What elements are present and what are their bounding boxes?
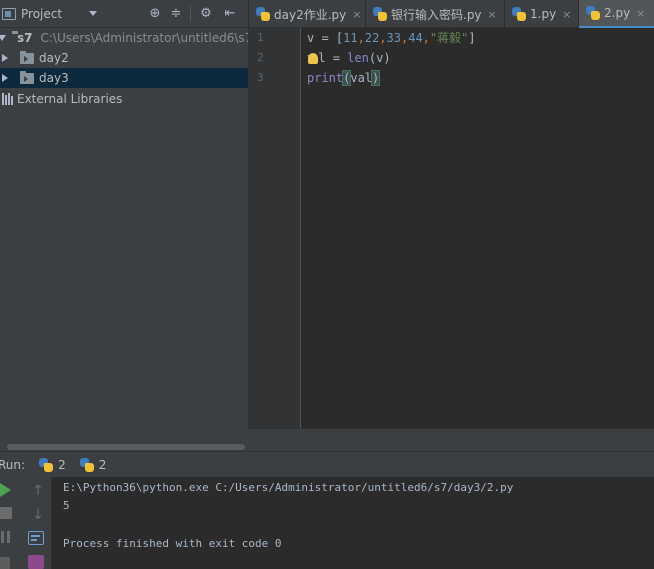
python-file-icon bbox=[586, 6, 600, 20]
code-token: , bbox=[357, 31, 365, 45]
hide-icon[interactable]: ⇤ bbox=[222, 6, 238, 22]
tab-label: 2.py bbox=[604, 6, 631, 20]
console-line: E:\Python36\python.exe C:/Users/Administ… bbox=[63, 481, 514, 494]
project-tree: s7 C:\Users\Administrator\untitled6\s7 d… bbox=[0, 28, 252, 443]
stop-icon[interactable] bbox=[0, 507, 12, 519]
collapse-icon[interactable]: ≑ bbox=[168, 6, 184, 22]
line-number: 3 bbox=[257, 71, 264, 84]
tab-2-py[interactable]: 2.py × bbox=[579, 0, 654, 28]
code-token: = bbox=[314, 31, 336, 45]
tree-item-day3[interactable]: day3 bbox=[0, 68, 248, 88]
lightbulb-icon[interactable] bbox=[308, 53, 319, 64]
code-token: "蒋毅" bbox=[429, 31, 469, 45]
code-line-2: vl = len(v) bbox=[307, 48, 391, 68]
collapse-arrow-icon[interactable] bbox=[2, 74, 8, 82]
soft-wrap-icon[interactable] bbox=[28, 531, 44, 545]
line-number: 1 bbox=[257, 31, 264, 44]
tree-root-s7[interactable]: s7 C:\Users\Administrator\untitled6\s7 bbox=[0, 28, 252, 48]
arrow-down-icon[interactable]: ↓ bbox=[30, 507, 46, 523]
code-token: 22 bbox=[364, 31, 380, 45]
console-line: 5 bbox=[63, 499, 70, 512]
code-token: print bbox=[307, 71, 344, 85]
console-line: Process finished with exit code 0 bbox=[63, 537, 282, 550]
scroll-to-end-icon[interactable] bbox=[28, 555, 44, 569]
run-tool-window-header: Run: 2 2 bbox=[0, 451, 654, 477]
line-number-gutter: 1 2 3 bbox=[249, 28, 301, 428]
tab-bank-password[interactable]: 银行输入密码.py × bbox=[366, 0, 505, 28]
editor-tab-bar: day2作业.py × 银行输入密码.py × 1.py × 2.py × bbox=[248, 0, 654, 28]
expand-arrow-icon[interactable] bbox=[0, 35, 6, 41]
tab-day2-zuoye[interactable]: day2作业.py × bbox=[249, 0, 366, 28]
rerun-icon[interactable] bbox=[0, 483, 11, 497]
run-tab-label: 2 bbox=[58, 457, 66, 472]
chevron-down-icon[interactable] bbox=[89, 11, 97, 16]
close-icon[interactable]: × bbox=[636, 7, 645, 20]
run-toolbar: ↑ ↓ bbox=[0, 477, 52, 569]
editor-footer bbox=[248, 428, 654, 451]
arrow-up-icon[interactable]: ↑ bbox=[30, 483, 46, 499]
code-token: 44 bbox=[408, 31, 423, 45]
tree-item-external-libraries[interactable]: External Libraries bbox=[0, 89, 248, 109]
code-token: len bbox=[347, 51, 369, 65]
folder-icon bbox=[20, 50, 34, 64]
close-icon[interactable]: × bbox=[352, 8, 361, 21]
pause-icon[interactable] bbox=[0, 531, 16, 547]
code-editor[interactable]: 1 2 3 v = [11,22,33,44,"蒋毅"] vl = len(v)… bbox=[248, 28, 654, 428]
code-line-3: print(val) bbox=[307, 68, 381, 88]
code-area[interactable]: v = [11,22,33,44,"蒋毅"] vl = len(v) print… bbox=[307, 28, 476, 128]
library-icon bbox=[2, 93, 14, 105]
scrollbar-thumb[interactable] bbox=[7, 444, 245, 450]
close-icon[interactable]: × bbox=[562, 8, 571, 21]
run-tab-label: 2 bbox=[98, 457, 107, 472]
python-file-icon bbox=[512, 7, 526, 21]
project-panel-header: Project ⊕ ≑ ⚙ ⇤ bbox=[0, 0, 248, 28]
run-console-output[interactable]: E:\Python36\python.exe C:/Users/Administ… bbox=[52, 477, 654, 569]
collapse-arrow-icon[interactable] bbox=[2, 54, 8, 62]
code-token: = bbox=[325, 51, 348, 65]
tab-1-py[interactable]: 1.py × bbox=[505, 0, 579, 28]
code-token: , bbox=[422, 31, 430, 45]
project-icon bbox=[2, 7, 16, 20]
python-file-icon bbox=[39, 457, 54, 472]
python-file-icon bbox=[79, 457, 94, 472]
code-token: , bbox=[379, 31, 387, 45]
code-token: 11 bbox=[343, 31, 358, 45]
code-token: ( bbox=[368, 51, 377, 65]
close-icon[interactable]: × bbox=[488, 8, 497, 21]
run-label: Run: bbox=[0, 457, 26, 472]
tree-horizontal-scrollbar[interactable] bbox=[0, 443, 248, 451]
gear-icon[interactable]: ⚙ bbox=[198, 6, 214, 22]
line-number: 2 bbox=[257, 51, 264, 64]
run-tab-2[interactable]: 2 bbox=[79, 457, 107, 472]
toolbar-divider bbox=[190, 6, 191, 22]
tab-label: 1.py bbox=[530, 7, 557, 21]
code-line-1: v = [11,22,33,44,"蒋毅"] bbox=[307, 28, 476, 48]
code-token: ] bbox=[468, 31, 476, 45]
tree-root-path: C:\Users\Administrator\untitled6\s7 bbox=[40, 31, 253, 45]
code-token: ) bbox=[383, 51, 391, 65]
code-token: 33 bbox=[386, 31, 401, 45]
dump-threads-icon[interactable] bbox=[0, 557, 10, 569]
code-token: ) bbox=[371, 70, 381, 86]
tree-item-label: day3 bbox=[39, 71, 69, 85]
tab-label: day2作业.py bbox=[274, 7, 347, 22]
tab-label: 银行输入密码.py bbox=[391, 7, 482, 22]
target-icon[interactable]: ⊕ bbox=[147, 6, 163, 22]
code-token: val bbox=[350, 71, 373, 85]
python-file-icon bbox=[373, 7, 387, 21]
project-panel-title[interactable]: Project bbox=[21, 7, 62, 21]
tree-item-day2[interactable]: day2 bbox=[0, 48, 248, 68]
tree-item-label: day2 bbox=[39, 51, 69, 65]
run-tab-1[interactable]: 2 bbox=[39, 457, 66, 472]
tree-item-label: External Libraries bbox=[17, 92, 123, 106]
python-file-icon bbox=[256, 7, 270, 21]
folder-icon bbox=[20, 70, 34, 84]
